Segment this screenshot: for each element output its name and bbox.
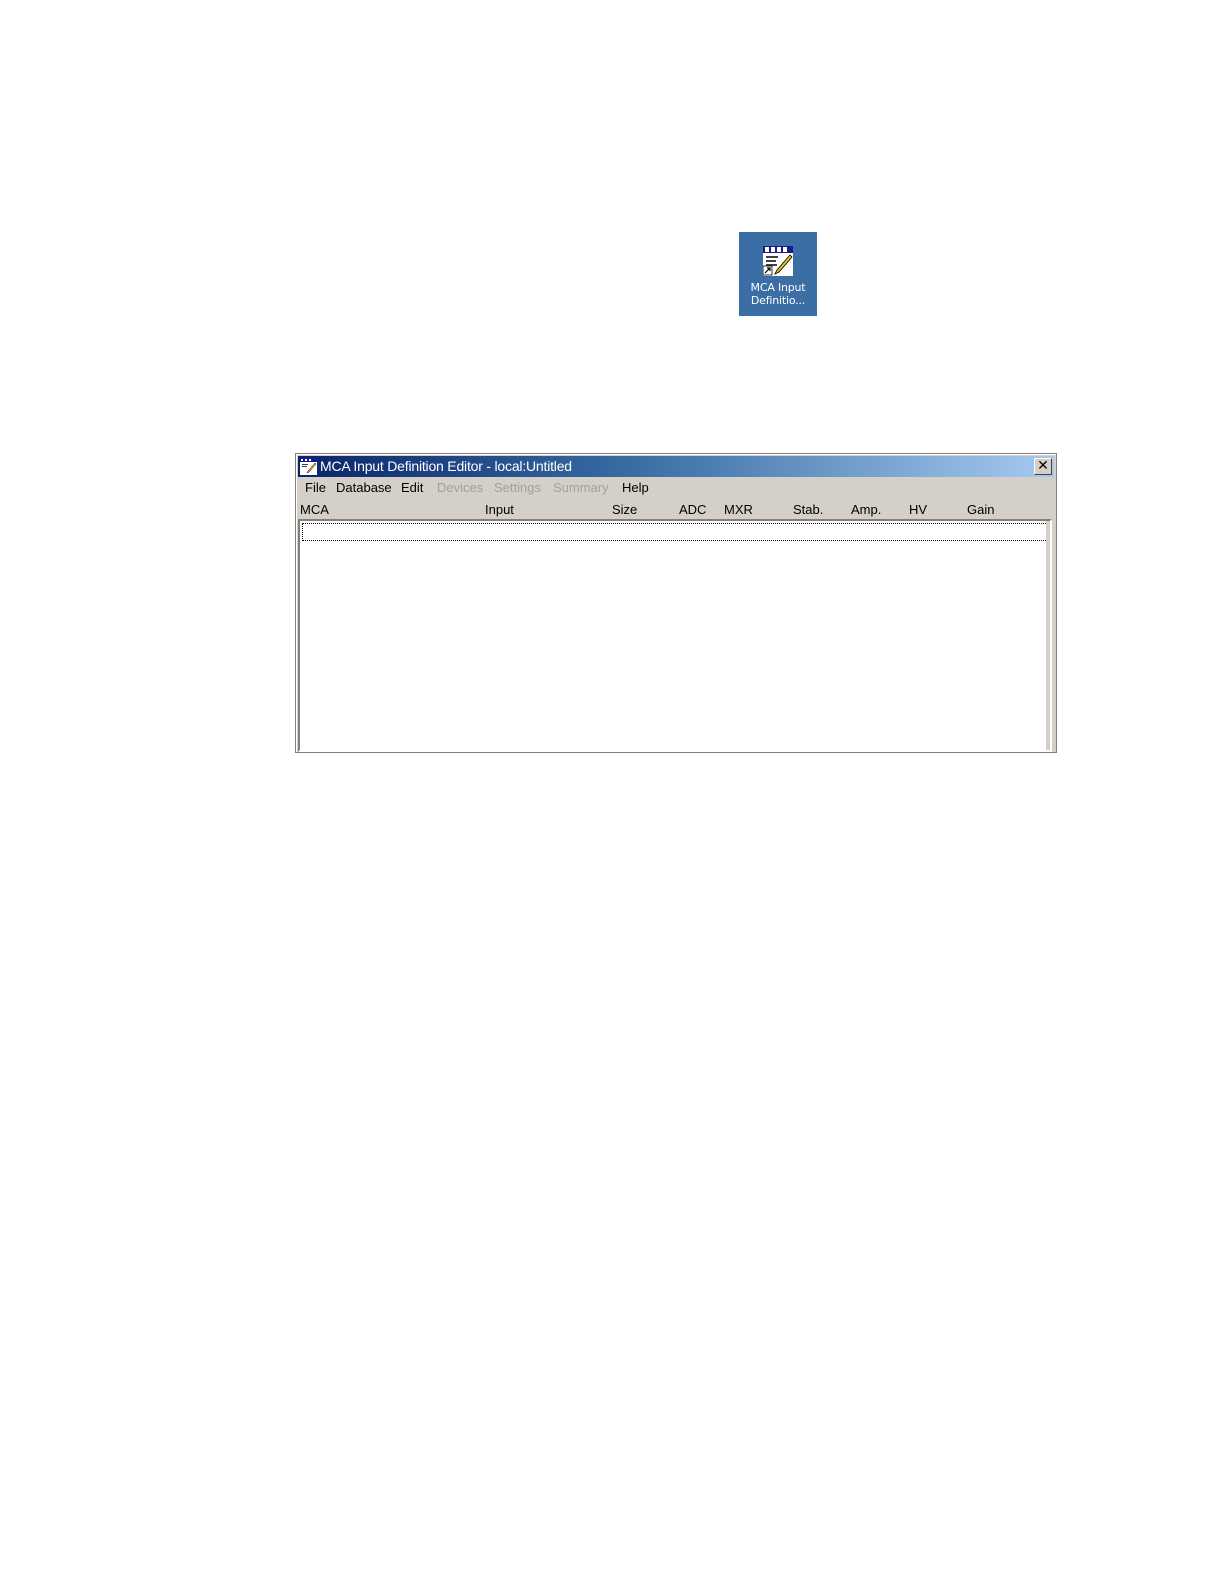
menu-file[interactable]: File <box>305 480 326 496</box>
menu-database[interactable]: Database <box>336 480 392 496</box>
column-header-mxr[interactable]: MXR <box>724 502 753 518</box>
column-header-size[interactable]: Size <box>612 502 637 518</box>
column-header-input[interactable]: Input <box>485 502 514 518</box>
menu-bar: File Database Edit Devices Settings Summ… <box>298 478 1054 498</box>
column-header-hv[interactable]: HV <box>909 502 927 518</box>
title-bar[interactable]: MCA Input Definition Editor - local:Unti… <box>298 456 1054 477</box>
column-header-stab[interactable]: Stab. <box>793 502 823 518</box>
column-header-adc[interactable]: ADC <box>679 502 706 518</box>
column-header-amp[interactable]: Amp. <box>851 502 881 518</box>
focused-empty-row[interactable] <box>302 523 1048 541</box>
column-header-gain[interactable]: Gain <box>967 502 994 518</box>
column-header-mca[interactable]: MCA <box>300 502 329 518</box>
mid-editor-icon <box>763 246 793 276</box>
mca-input-definition-shortcut[interactable]: MCA Input Definitio... <box>739 232 817 316</box>
menu-settings: Settings <box>494 480 541 495</box>
menu-help[interactable]: Help <box>622 480 649 496</box>
shortcut-label: MCA Input Definitio... <box>750 281 806 307</box>
window-title: MCA Input Definition Editor - local:Unti… <box>320 458 572 474</box>
list-scroll-edge <box>1046 521 1050 750</box>
mca-input-definition-editor-window: MCA Input Definition Editor - local:Unti… <box>295 453 1057 753</box>
menu-edit[interactable]: Edit <box>401 480 423 496</box>
mid-editor-icon[interactable] <box>300 458 317 475</box>
close-button[interactable]: ✕ <box>1034 458 1052 475</box>
menu-summary: Summary <box>553 480 609 495</box>
input-definition-list[interactable] <box>298 519 1052 752</box>
menu-devices: Devices <box>437 480 484 495</box>
column-headers: MCA Input Size ADC MXR Stab. Amp. HV Gai… <box>298 501 1054 519</box>
